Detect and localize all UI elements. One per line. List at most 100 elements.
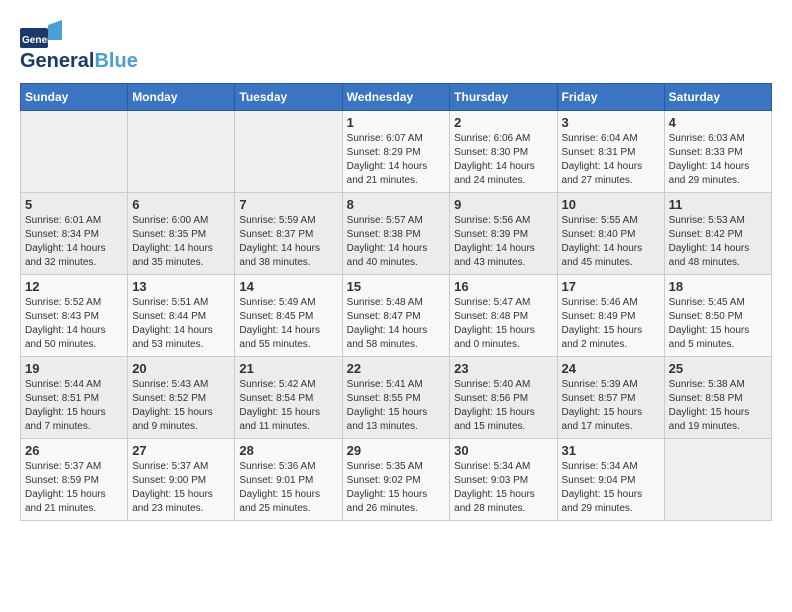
calendar-cell: 8 Sunrise: 5:57 AMSunset: 8:38 PMDaylight… [342,193,450,275]
day-info: Sunrise: 6:07 AMSunset: 8:29 PMDaylight:… [347,132,446,188]
day-number: 31 [562,443,660,458]
calendar-cell: 4 Sunrise: 6:03 AMSunset: 8:33 PMDaylight… [664,111,771,193]
calendar-cell: 12 Sunrise: 5:52 AMSunset: 8:43 PMDayligh… [21,275,128,357]
day-info: Sunrise: 5:36 AMSunset: 9:01 PMDaylight:… [239,460,337,516]
calendar-cell: 11 Sunrise: 5:53 AMSunset: 8:42 PMDayligh… [664,193,771,275]
logo-general: General [20,50,94,73]
day-number: 28 [239,443,337,458]
day-number: 30 [454,443,552,458]
day-number: 22 [347,361,446,376]
calendar-cell [664,439,771,521]
day-number: 9 [454,197,552,212]
calendar-cell: 13Sunrise: 5:51 AMSunset: 8:44 PMDayligh… [128,275,235,357]
calendar-week-3: 12 Sunrise: 5:52 AMSunset: 8:43 PMDayligh… [21,275,772,357]
calendar-cell: 30 Sunrise: 5:34 AMSunset: 9:03 PMDayligh… [450,439,557,521]
calendar-cell [128,111,235,193]
calendar-cell: 9 Sunrise: 5:56 AMSunset: 8:39 PMDaylight… [450,193,557,275]
calendar-week-5: 26 Sunrise: 5:37 AMSunset: 8:59 PMDayligh… [21,439,772,521]
weekday-header-friday: Friday [557,84,664,111]
calendar-cell: 14 Sunrise: 5:49 AMSunset: 8:45 PMDayligh… [235,275,342,357]
calendar-cell: 29 Sunrise: 5:35 AMSunset: 9:02 PMDayligh… [342,439,450,521]
day-number: 12 [25,279,123,294]
day-info: Sunrise: 5:56 AMSunset: 8:39 PMDaylight:… [454,214,552,270]
day-info: Sunrise: 5:59 AMSunset: 8:37 PMDaylight:… [239,214,337,270]
calendar-cell: 28 Sunrise: 5:36 AMSunset: 9:01 PMDayligh… [235,439,342,521]
day-number: 1 [347,115,446,130]
day-number: 19 [25,361,123,376]
day-info: Sunrise: 5:38 AMSunset: 8:58 PMDaylight:… [669,378,767,434]
day-number: 5 [25,197,123,212]
calendar-cell: 26 Sunrise: 5:37 AMSunset: 8:59 PMDayligh… [21,439,128,521]
day-number: 16 [454,279,552,294]
day-info: Sunrise: 5:52 AMSunset: 8:43 PMDaylight:… [25,296,123,352]
weekday-header-sunday: Sunday [21,84,128,111]
calendar-header-row: SundayMondayTuesdayWednesdayThursdayFrid… [21,84,772,111]
calendar-cell [21,111,128,193]
calendar-cell: 15 Sunrise: 5:48 AMSunset: 8:47 PMDayligh… [342,275,450,357]
day-number: 23 [454,361,552,376]
day-number: 26 [25,443,123,458]
day-number: 4 [669,115,767,130]
calendar-cell: 20 Sunrise: 5:43 AMSunset: 8:52 PMDayligh… [128,357,235,439]
day-info: Sunrise: 5:48 AMSunset: 8:47 PMDaylight:… [347,296,446,352]
day-number: 21 [239,361,337,376]
calendar-cell: 22Sunrise: 5:41 AMSunset: 8:55 PMDayligh… [342,357,450,439]
calendar-cell: 1 Sunrise: 6:07 AMSunset: 8:29 PMDaylight… [342,111,450,193]
day-info: Sunrise: 5:45 AMSunset: 8:50 PMDaylight:… [669,296,767,352]
day-number: 15 [347,279,446,294]
day-info: Sunrise: 6:04 AMSunset: 8:31 PMDaylight:… [562,132,660,188]
weekday-header-thursday: Thursday [450,84,557,111]
calendar-cell: 10Sunrise: 5:55 AMSunset: 8:40 PMDayligh… [557,193,664,275]
day-number: 8 [347,197,446,212]
day-info: Sunrise: 5:43 AMSunset: 8:52 PMDaylight:… [132,378,230,434]
calendar-cell [235,111,342,193]
day-info: Sunrise: 5:53 AMSunset: 8:42 PMDaylight:… [669,214,767,270]
day-number: 11 [669,197,767,212]
day-info: Sunrise: 5:40 AMSunset: 8:56 PMDaylight:… [454,378,552,434]
day-number: 14 [239,279,337,294]
calendar-cell: 7 Sunrise: 5:59 AMSunset: 8:37 PMDaylight… [235,193,342,275]
logo-blue: Blue [94,50,137,73]
day-number: 24 [562,361,660,376]
weekday-header-wednesday: Wednesday [342,84,450,111]
day-number: 20 [132,361,230,376]
calendar-cell: 31Sunrise: 5:34 AMSunset: 9:04 PMDayligh… [557,439,664,521]
calendar-cell: 19Sunrise: 5:44 AMSunset: 8:51 PMDayligh… [21,357,128,439]
day-info: Sunrise: 5:37 AMSunset: 8:59 PMDaylight:… [25,460,123,516]
calendar-cell: 23 Sunrise: 5:40 AMSunset: 8:56 PMDayligh… [450,357,557,439]
day-number: 7 [239,197,337,212]
calendar-cell: 6 Sunrise: 6:00 AMSunset: 8:35 PMDaylight… [128,193,235,275]
weekday-header-tuesday: Tuesday [235,84,342,111]
day-info: Sunrise: 5:42 AMSunset: 8:54 PMDaylight:… [239,378,337,434]
calendar-week-2: 5Sunrise: 6:01 AMSunset: 8:34 PMDaylight… [21,193,772,275]
day-info: Sunrise: 6:00 AMSunset: 8:35 PMDaylight:… [132,214,230,270]
calendar-cell: 25Sunrise: 5:38 AMSunset: 8:58 PMDayligh… [664,357,771,439]
day-number: 13 [132,279,230,294]
day-info: Sunrise: 6:06 AMSunset: 8:30 PMDaylight:… [454,132,552,188]
calendar-table: SundayMondayTuesdayWednesdayThursdayFrid… [20,83,772,521]
calendar-cell: 3 Sunrise: 6:04 AMSunset: 8:31 PMDaylight… [557,111,664,193]
weekday-header-monday: Monday [128,84,235,111]
day-info: Sunrise: 5:34 AMSunset: 9:03 PMDaylight:… [454,460,552,516]
day-number: 3 [562,115,660,130]
day-info: Sunrise: 5:35 AMSunset: 9:02 PMDaylight:… [347,460,446,516]
day-number: 6 [132,197,230,212]
day-number: 29 [347,443,446,458]
calendar-cell: 5Sunrise: 6:01 AMSunset: 8:34 PMDaylight… [21,193,128,275]
logo: General General Blue [20,20,138,73]
day-info: Sunrise: 5:49 AMSunset: 8:45 PMDaylight:… [239,296,337,352]
weekday-header-saturday: Saturday [664,84,771,111]
day-info: Sunrise: 5:57 AMSunset: 8:38 PMDaylight:… [347,214,446,270]
day-number: 27 [132,443,230,458]
calendar-week-1: 1 Sunrise: 6:07 AMSunset: 8:29 PMDaylight… [21,111,772,193]
calendar-week-4: 19Sunrise: 5:44 AMSunset: 8:51 PMDayligh… [21,357,772,439]
day-info: Sunrise: 6:03 AMSunset: 8:33 PMDaylight:… [669,132,767,188]
day-number: 2 [454,115,552,130]
calendar-cell: 17Sunrise: 5:46 AMSunset: 8:49 PMDayligh… [557,275,664,357]
calendar-cell: 24Sunrise: 5:39 AMSunset: 8:57 PMDayligh… [557,357,664,439]
day-info: Sunrise: 5:37 AMSunset: 9:00 PMDaylight:… [132,460,230,516]
day-info: Sunrise: 5:46 AMSunset: 8:49 PMDaylight:… [562,296,660,352]
calendar-cell: 2 Sunrise: 6:06 AMSunset: 8:30 PMDaylight… [450,111,557,193]
day-number: 18 [669,279,767,294]
calendar-cell: 18 Sunrise: 5:45 AMSunset: 8:50 PMDayligh… [664,275,771,357]
